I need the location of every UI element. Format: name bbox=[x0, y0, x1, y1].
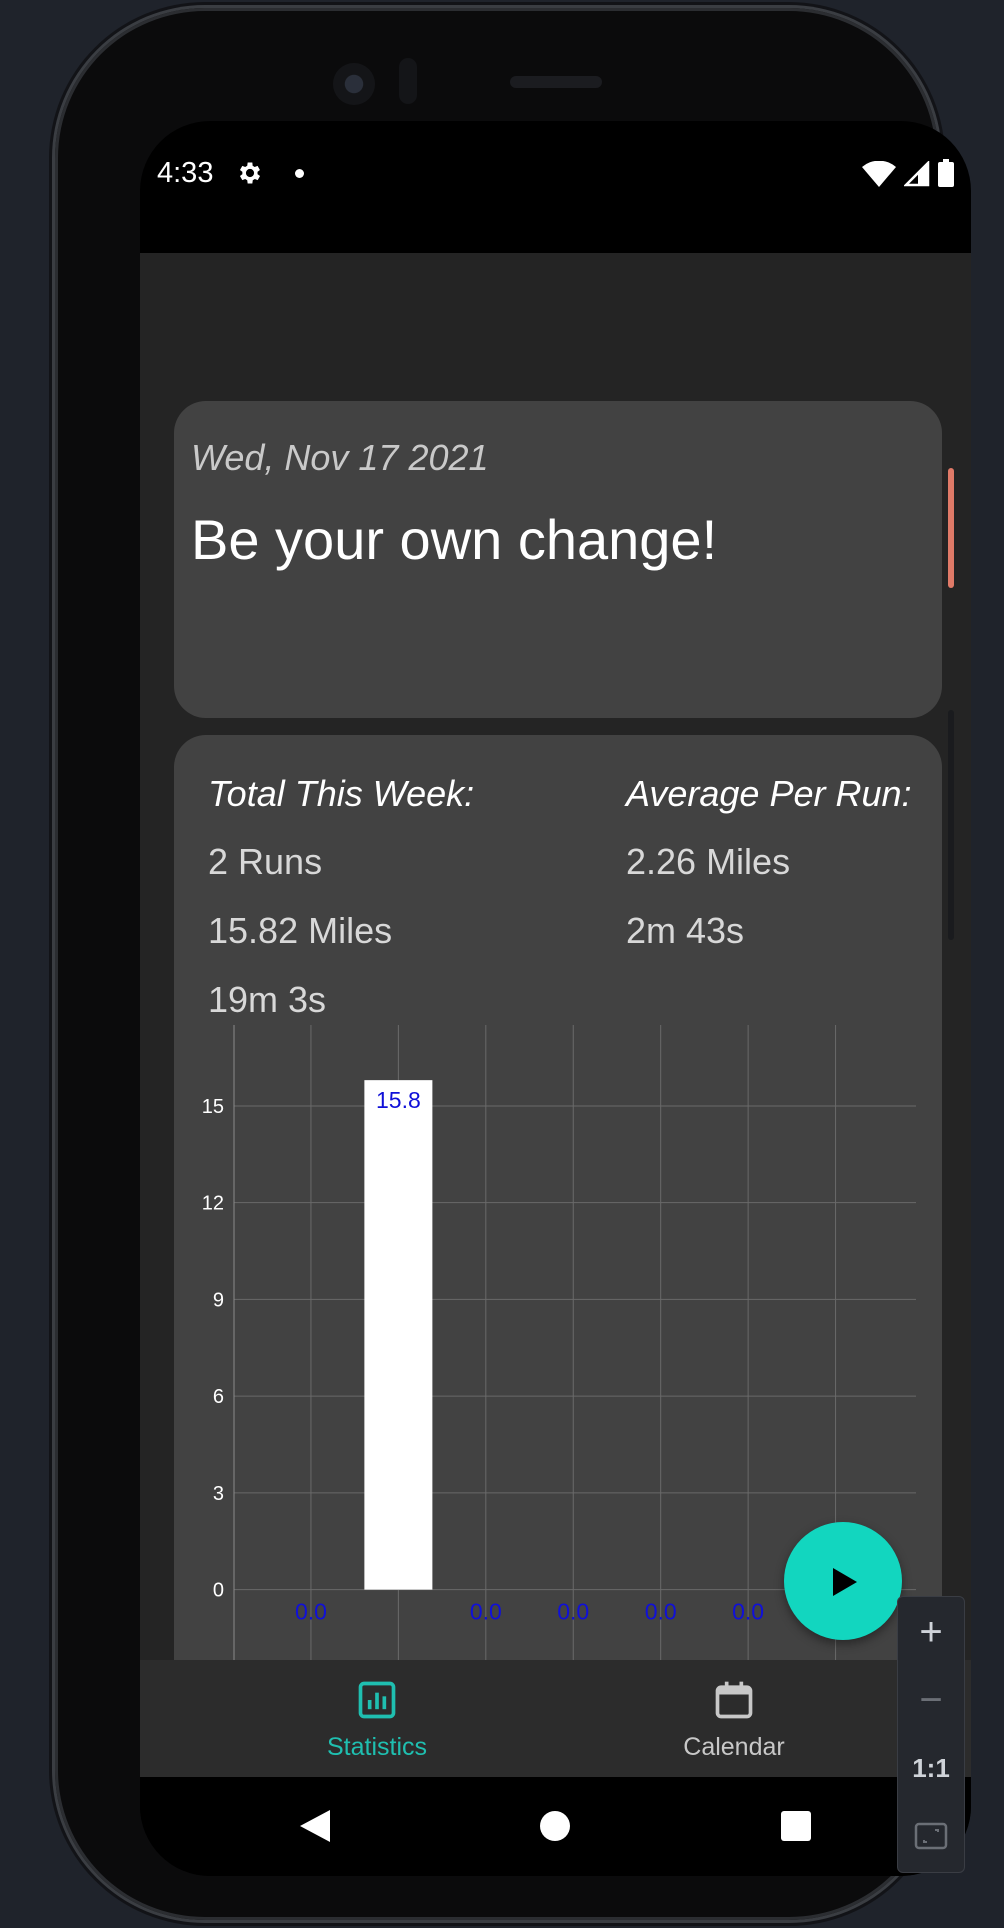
nav-statistics-label: Statistics bbox=[326, 1733, 428, 1761]
front-camera bbox=[333, 63, 375, 105]
earpiece-speaker bbox=[510, 76, 602, 88]
bar-value-label: 15.8 bbox=[376, 1087, 421, 1113]
cell-signal-icon bbox=[904, 161, 930, 187]
bar-value-label: 0.0 bbox=[732, 1599, 764, 1625]
battery-icon bbox=[938, 159, 954, 187]
status-icons bbox=[862, 159, 954, 187]
wifi-icon bbox=[862, 161, 896, 187]
start-run-button[interactable] bbox=[784, 1522, 902, 1640]
proximity-sensor bbox=[399, 58, 417, 104]
total-runs: 2 Runs bbox=[208, 841, 323, 882]
zoom-in-button[interactable]: + bbox=[898, 1599, 964, 1665]
fit-screen-button[interactable] bbox=[898, 1803, 964, 1869]
bar-value-label: 0.0 bbox=[645, 1599, 677, 1625]
nav-statistics[interactable]: Statistics bbox=[277, 1678, 477, 1762]
bar-value-label: 0.0 bbox=[470, 1599, 502, 1625]
zoom-out-button[interactable]: − bbox=[898, 1667, 964, 1733]
bar-value-label: 0.0 bbox=[295, 1599, 327, 1625]
notification-dot-icon bbox=[295, 169, 304, 178]
total-miles: 15.82 Miles bbox=[208, 910, 393, 951]
quote-card: Wed, Nov 17 2021 Be your own change! bbox=[174, 401, 942, 718]
back-icon[interactable] bbox=[298, 1808, 332, 1844]
system-navigation-bar bbox=[140, 1777, 971, 1876]
y-tick-label: 6 bbox=[213, 1386, 224, 1408]
actual-size-button[interactable]: 1:1 bbox=[898, 1735, 964, 1801]
status-time: 4:33 bbox=[157, 157, 214, 189]
bottom-navigation: Statistics Calendar bbox=[140, 1660, 971, 1777]
phone-frame: 4:33 Wed, Nov 17 2021 Be your own change… bbox=[55, 8, 971, 1920]
bar-value-label: 0.0 bbox=[557, 1599, 589, 1625]
bar bbox=[364, 1080, 433, 1590]
bar-chart-icon bbox=[358, 1681, 396, 1719]
home-icon[interactable] bbox=[538, 1809, 572, 1843]
average-heading: Average Per Run: bbox=[626, 773, 912, 814]
y-tick-label: 12 bbox=[202, 1193, 224, 1215]
motivational-quote: Be your own change! bbox=[191, 508, 718, 571]
app-content: Wed, Nov 17 2021 Be your own change! Tot… bbox=[140, 253, 971, 1727]
total-heading: Total This Week: bbox=[208, 773, 475, 814]
gear-icon bbox=[239, 162, 261, 184]
recents-icon[interactable] bbox=[780, 1810, 812, 1842]
y-tick-label: 3 bbox=[213, 1483, 224, 1505]
y-tick-label: 15 bbox=[202, 1096, 224, 1118]
y-tick-label: 9 bbox=[213, 1289, 224, 1311]
fit-screen-icon bbox=[914, 1822, 948, 1850]
emulator-zoom-toolbar: + − 1:1 bbox=[897, 1596, 965, 1873]
status-bar: 4:33 bbox=[140, 121, 971, 253]
power-button[interactable] bbox=[948, 468, 954, 588]
nav-calendar[interactable]: Calendar bbox=[634, 1678, 834, 1762]
volume-button[interactable] bbox=[948, 710, 954, 940]
calendar-icon bbox=[715, 1681, 753, 1719]
current-date: Wed, Nov 17 2021 bbox=[191, 437, 489, 478]
average-miles: 2.26 Miles bbox=[626, 841, 791, 882]
nav-calendar-label: Calendar bbox=[683, 1733, 785, 1761]
y-tick-label: 0 bbox=[213, 1580, 224, 1602]
average-time: 2m 43s bbox=[626, 910, 745, 951]
total-time: 19m 3s bbox=[208, 979, 327, 1020]
play-icon bbox=[833, 1568, 857, 1596]
